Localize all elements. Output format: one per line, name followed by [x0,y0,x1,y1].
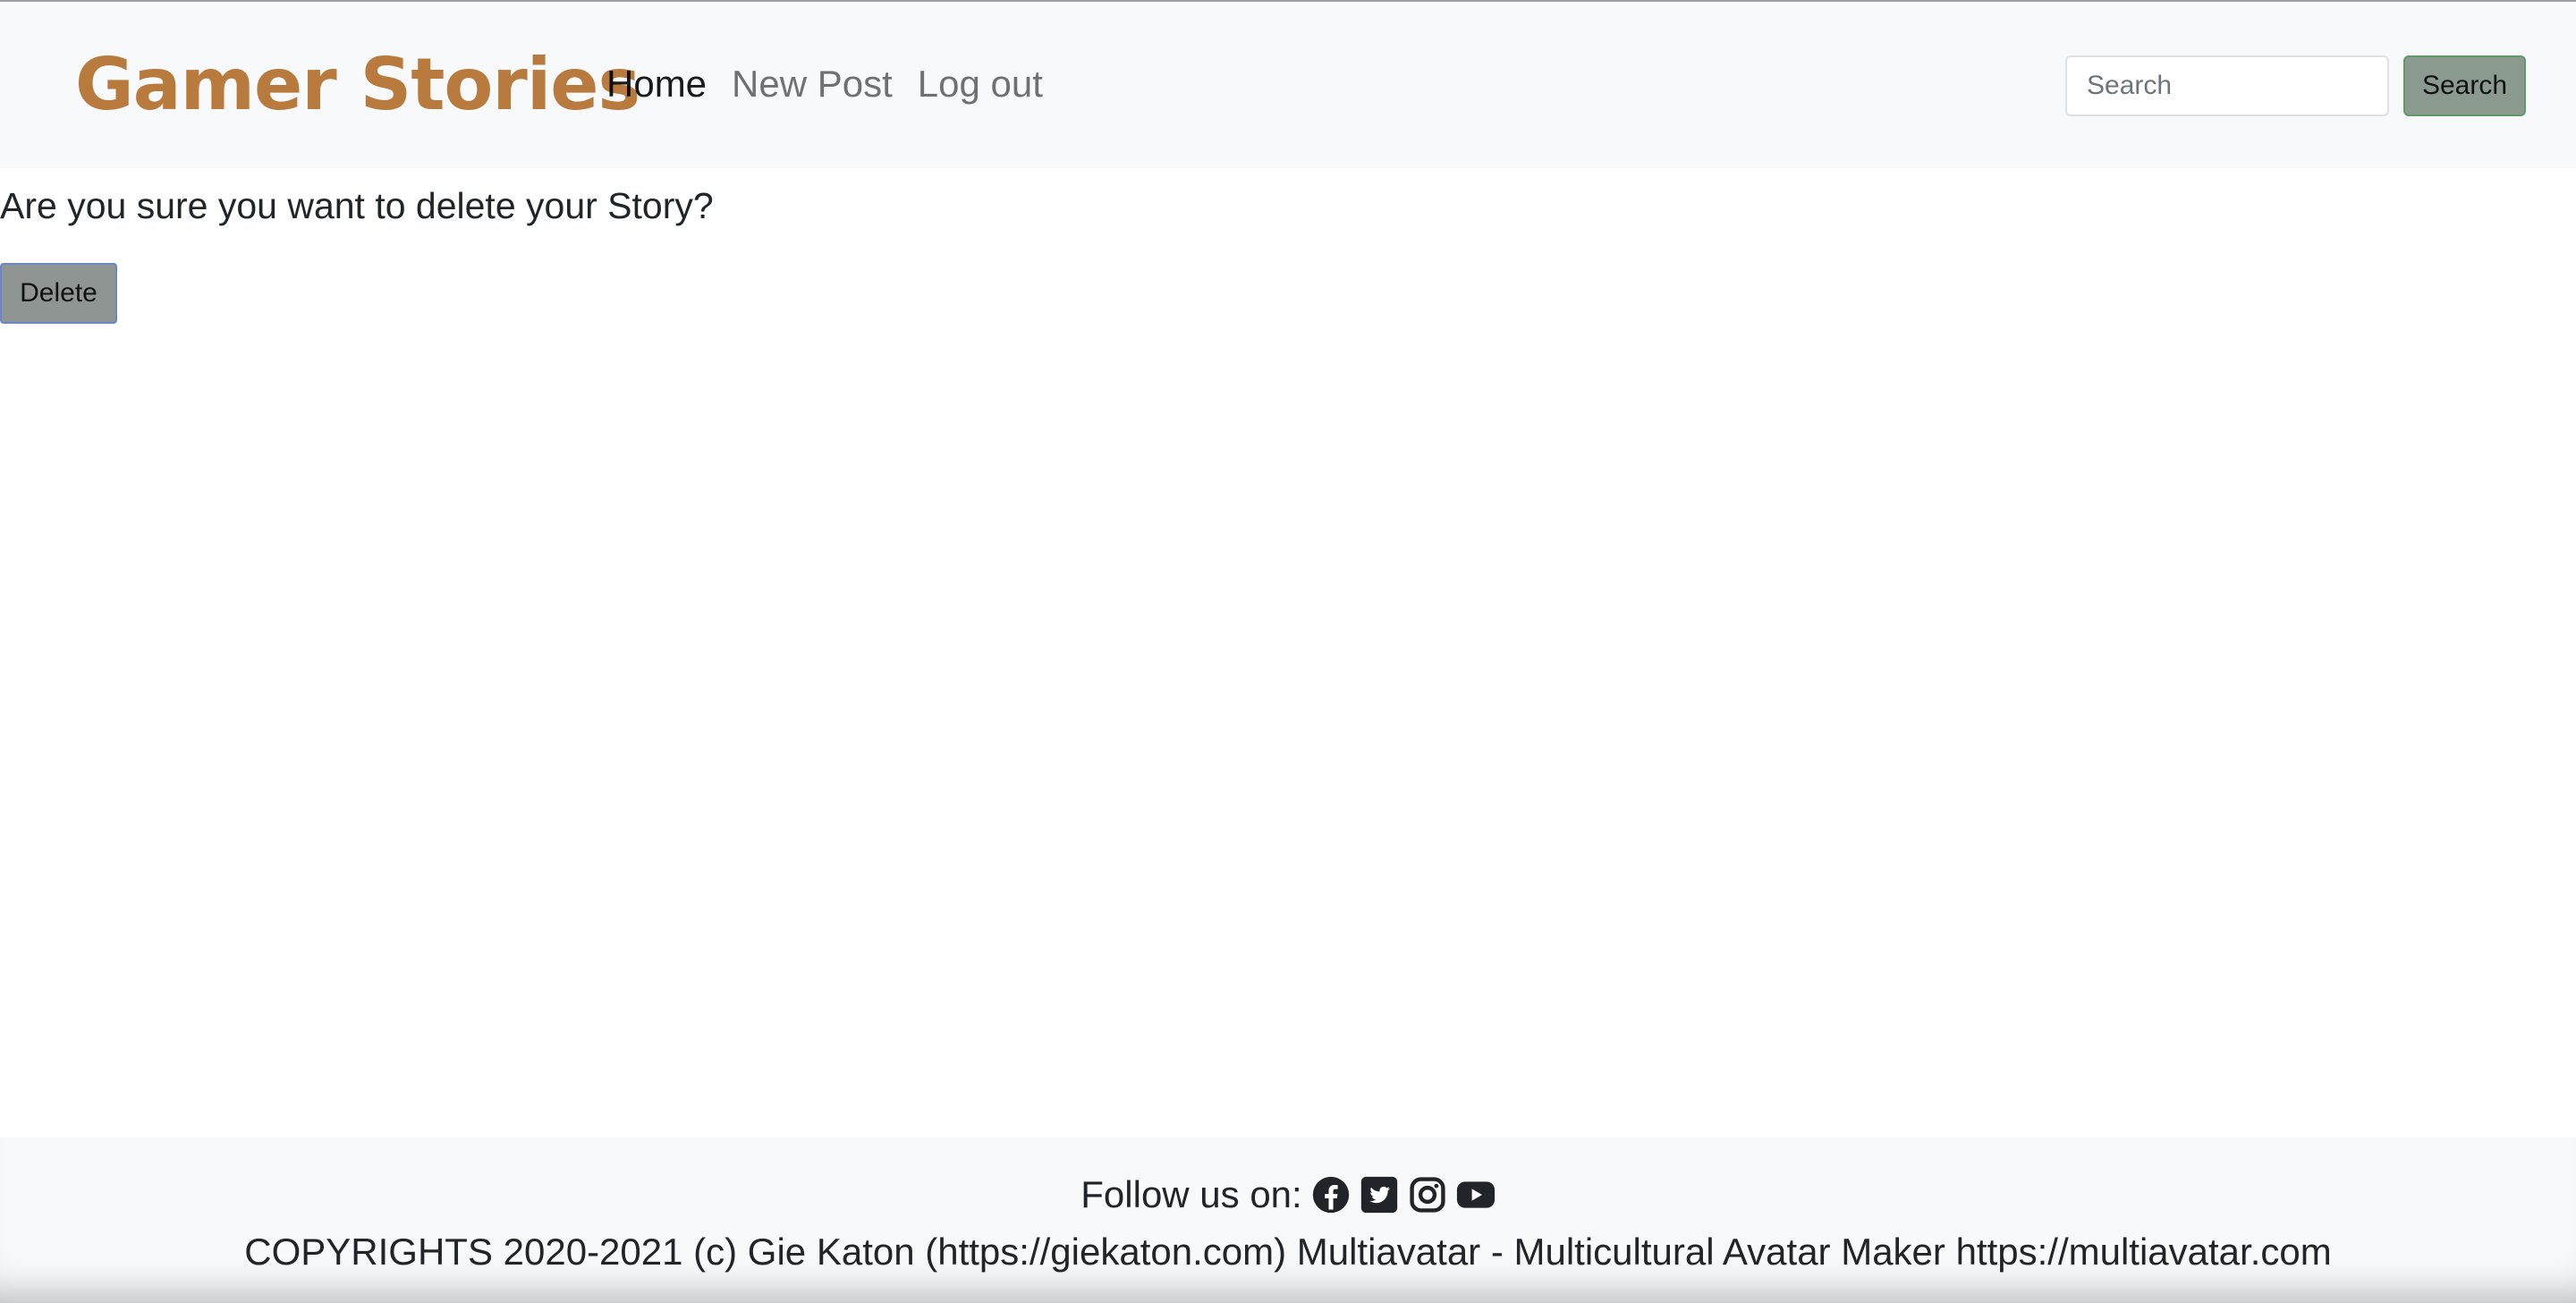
search-button[interactable]: Search [2403,55,2526,116]
follow-us-row: Follow us on: [0,1170,2576,1220]
twitter-icon[interactable] [1360,1175,1399,1214]
nav-link-log-out[interactable]: Log out [918,57,1043,111]
copyright-text: COPYRIGHTS 2020-2021 (c) Gie Katon (http… [244,1231,2332,1273]
delete-confirmation-question: Are you sure you want to delete your Sto… [0,185,714,226]
instagram-icon[interactable] [1408,1175,1447,1214]
brand-logo[interactable]: Gamer Stories [75,36,640,134]
delete-button[interactable]: Delete [0,263,117,324]
facebook-icon[interactable] [1311,1175,1351,1214]
youtube-icon[interactable] [1456,1175,1496,1214]
nav-links: Home New Post Log out [606,57,1043,111]
follow-us-label: Follow us on: [1080,1173,1302,1215]
nav-link-new-post[interactable]: New Post [732,57,893,111]
navbar: Gamer Stories Home New Post Log out Sear… [0,0,2576,168]
page: Gamer Stories Home New Post Log out Sear… [0,0,2576,1303]
search-input[interactable] [2065,55,2389,116]
footer: Follow us on: COPYRIGHTS 2020-2021 (c) G… [0,1138,2576,1303]
nav-link-home[interactable]: Home [606,57,707,111]
